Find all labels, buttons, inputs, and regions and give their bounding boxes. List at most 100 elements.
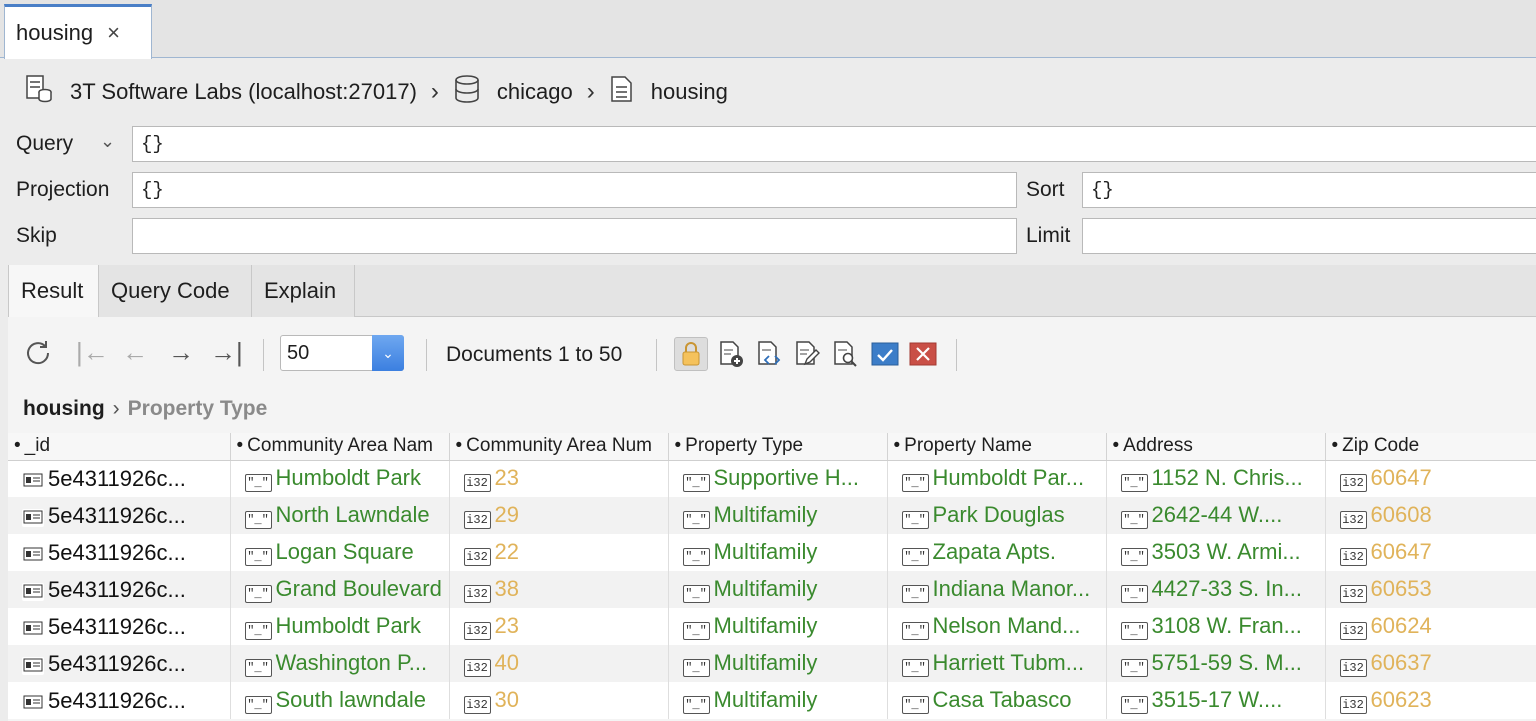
page-size-select[interactable]: 50 ⌄ (280, 335, 404, 371)
column-header[interactable]: • Address (1106, 433, 1326, 461)
add-document-icon[interactable] (714, 337, 748, 371)
find-in-document-icon[interactable] (828, 337, 862, 371)
path-root[interactable]: housing (23, 397, 105, 420)
cell-value: 23 (494, 465, 519, 491)
previous-page-icon[interactable]: ← (122, 337, 148, 368)
tab-result[interactable]: Result (8, 265, 99, 317)
table-cell[interactable]: "_" Humboldt Park (230, 608, 450, 645)
table-row[interactable]: 5e4311926c... "_" Logan Square i32 22 "_" Mult… (8, 534, 1536, 571)
table-cell[interactable]: "_" 4427-33 S. In... (1106, 571, 1326, 608)
table-row[interactable]: 5e4311926c... "_" North Lawndale i32 29 "_" Mu… (8, 497, 1536, 534)
first-page-icon[interactable]: |← (76, 337, 109, 368)
table-cell[interactable]: "_" Humboldt Par... (887, 460, 1107, 497)
table-cell[interactable]: "_" Logan Square (230, 534, 450, 571)
table-row[interactable]: 5e4311926c... "_" Grand Boulevard i32 38 "_" M… (8, 571, 1536, 608)
table-cell[interactable]: "_" North Lawndale (230, 497, 450, 534)
column-header[interactable]: • Property Type (668, 433, 888, 461)
collection-icon (609, 75, 635, 109)
next-page-icon[interactable]: → (168, 337, 194, 368)
table-cell[interactable]: "_" Casa Tabasco (887, 682, 1107, 719)
table-cell[interactable]: i32 60608 (1325, 497, 1536, 534)
table-cell[interactable]: i32 60637 (1325, 645, 1536, 682)
table-cell[interactable]: "_" 2642-44 W.... (1106, 497, 1326, 534)
lock-icon[interactable] (674, 337, 708, 371)
table-cell[interactable]: i32 60647 (1325, 460, 1536, 497)
table-cell[interactable]: "_" Indiana Manor... (887, 571, 1107, 608)
sort-input[interactable]: {} (1082, 172, 1536, 208)
table-cell[interactable]: 5e4311926c... (8, 534, 231, 571)
edit-document-icon[interactable] (790, 337, 824, 371)
table-cell[interactable]: "_" 1152 N. Chris... (1106, 460, 1326, 497)
table-cell[interactable]: "_" Multifamily (668, 608, 888, 645)
int32-type-icon: i32 (463, 511, 491, 529)
column-header[interactable]: • _id (8, 433, 231, 461)
table-cell[interactable]: i32 38 (449, 571, 669, 608)
last-page-icon[interactable]: →| (210, 337, 243, 368)
table-cell[interactable]: 5e4311926c... (8, 608, 231, 645)
table-cell[interactable]: 5e4311926c... (8, 571, 231, 608)
table-cell[interactable]: 5e4311926c... (8, 682, 231, 719)
projection-input[interactable]: {} (132, 172, 1017, 208)
projection-row: Projection {} Sort {} (0, 171, 1536, 211)
tab-housing[interactable]: housing × (4, 4, 152, 59)
table-cell[interactable]: i32 22 (449, 534, 669, 571)
column-header[interactable]: • Community Area Num (449, 433, 669, 461)
breadcrumb-database[interactable]: chicago (497, 79, 573, 105)
table-cell[interactable]: "_" Multifamily (668, 534, 888, 571)
column-header[interactable]: • Community Area Nam (230, 433, 450, 461)
table-cell[interactable]: 5e4311926c... (8, 497, 231, 534)
table-cell[interactable]: 5e4311926c... (8, 460, 231, 497)
table-row[interactable]: 5e4311926c... "_" Washington P... i32 40 "_" M… (8, 645, 1536, 682)
table-cell[interactable]: i32 60623 (1325, 682, 1536, 719)
table-cell[interactable]: "_" South lawndale (230, 682, 450, 719)
table-cell[interactable]: i32 60624 (1325, 608, 1536, 645)
string-type-icon: "_" (1120, 474, 1148, 493)
table-row[interactable]: 5e4311926c... "_" Humboldt Park i32 23 "_" Mul… (8, 608, 1536, 645)
string-type-icon: "_" (244, 585, 272, 603)
string-type-icon: "_" (1120, 622, 1148, 640)
table-cell[interactable]: "_" Multifamily (668, 682, 888, 719)
table-cell[interactable]: "_" Humboldt Park (230, 460, 450, 497)
table-cell[interactable]: "_" Park Douglas (887, 497, 1107, 534)
table-cell[interactable]: "_" Multifamily (668, 497, 888, 534)
tab-query-code[interactable]: Query Code (99, 265, 252, 317)
breadcrumb-connection[interactable]: 3T Software Labs (localhost:27017) (70, 79, 417, 105)
table-cell[interactable]: i32 40 (449, 645, 669, 682)
delete-document-icon[interactable] (906, 337, 940, 371)
table-cell[interactable]: "_" 3515-17 W.... (1106, 682, 1326, 719)
table-cell[interactable]: "_" Multifamily (668, 645, 888, 682)
table-row[interactable]: 5e4311926c... "_" South lawndale i32 30 "_" Mu… (8, 682, 1536, 719)
table-cell[interactable]: i32 23 (449, 608, 669, 645)
table-cell[interactable]: 5e4311926c... (8, 645, 231, 682)
table-cell[interactable]: i32 30 (449, 682, 669, 719)
refresh-icon[interactable] (22, 337, 54, 376)
table-cell[interactable]: i32 29 (449, 497, 669, 534)
table-cell[interactable]: "_" 3108 W. Fran... (1106, 608, 1326, 645)
column-header[interactable]: • Zip Code (1325, 433, 1536, 461)
column-header[interactable]: • Property Name (887, 433, 1107, 461)
table-cell[interactable]: "_" Grand Boulevard (230, 571, 450, 608)
table-cell[interactable]: "_" Supportive H... (668, 460, 888, 497)
validate-icon[interactable] (868, 337, 902, 371)
view-json-icon[interactable] (752, 337, 786, 371)
chevron-down-icon[interactable]: ⌄ (100, 131, 115, 152)
table-cell[interactable]: "_" Washington P... (230, 645, 450, 682)
tab-explain[interactable]: Explain (252, 265, 355, 317)
close-icon[interactable]: × (107, 20, 120, 46)
sort-label: Sort (1026, 178, 1065, 201)
table-cell[interactable]: "_" Multifamily (668, 571, 888, 608)
table-cell[interactable]: "_" Nelson Mand... (887, 608, 1107, 645)
skip-input[interactable] (132, 218, 1017, 254)
chevron-down-icon[interactable]: ⌄ (372, 335, 404, 371)
limit-input[interactable] (1082, 218, 1536, 254)
table-cell[interactable]: "_" Zapata Apts. (887, 534, 1107, 571)
table-row[interactable]: 5e4311926c... "_" Humboldt Park i32 23 "_" Sup… (8, 460, 1536, 497)
table-cell[interactable]: "_" 5751-59 S. M... (1106, 645, 1326, 682)
table-cell[interactable]: i32 23 (449, 460, 669, 497)
table-cell[interactable]: i32 60647 (1325, 534, 1536, 571)
breadcrumb-collection[interactable]: housing (651, 79, 728, 105)
query-input[interactable]: {} (132, 126, 1536, 162)
table-cell[interactable]: i32 60653 (1325, 571, 1536, 608)
table-cell[interactable]: "_" 3503 W. Armi... (1106, 534, 1326, 571)
table-cell[interactable]: "_" Harriett Tubm... (887, 645, 1107, 682)
